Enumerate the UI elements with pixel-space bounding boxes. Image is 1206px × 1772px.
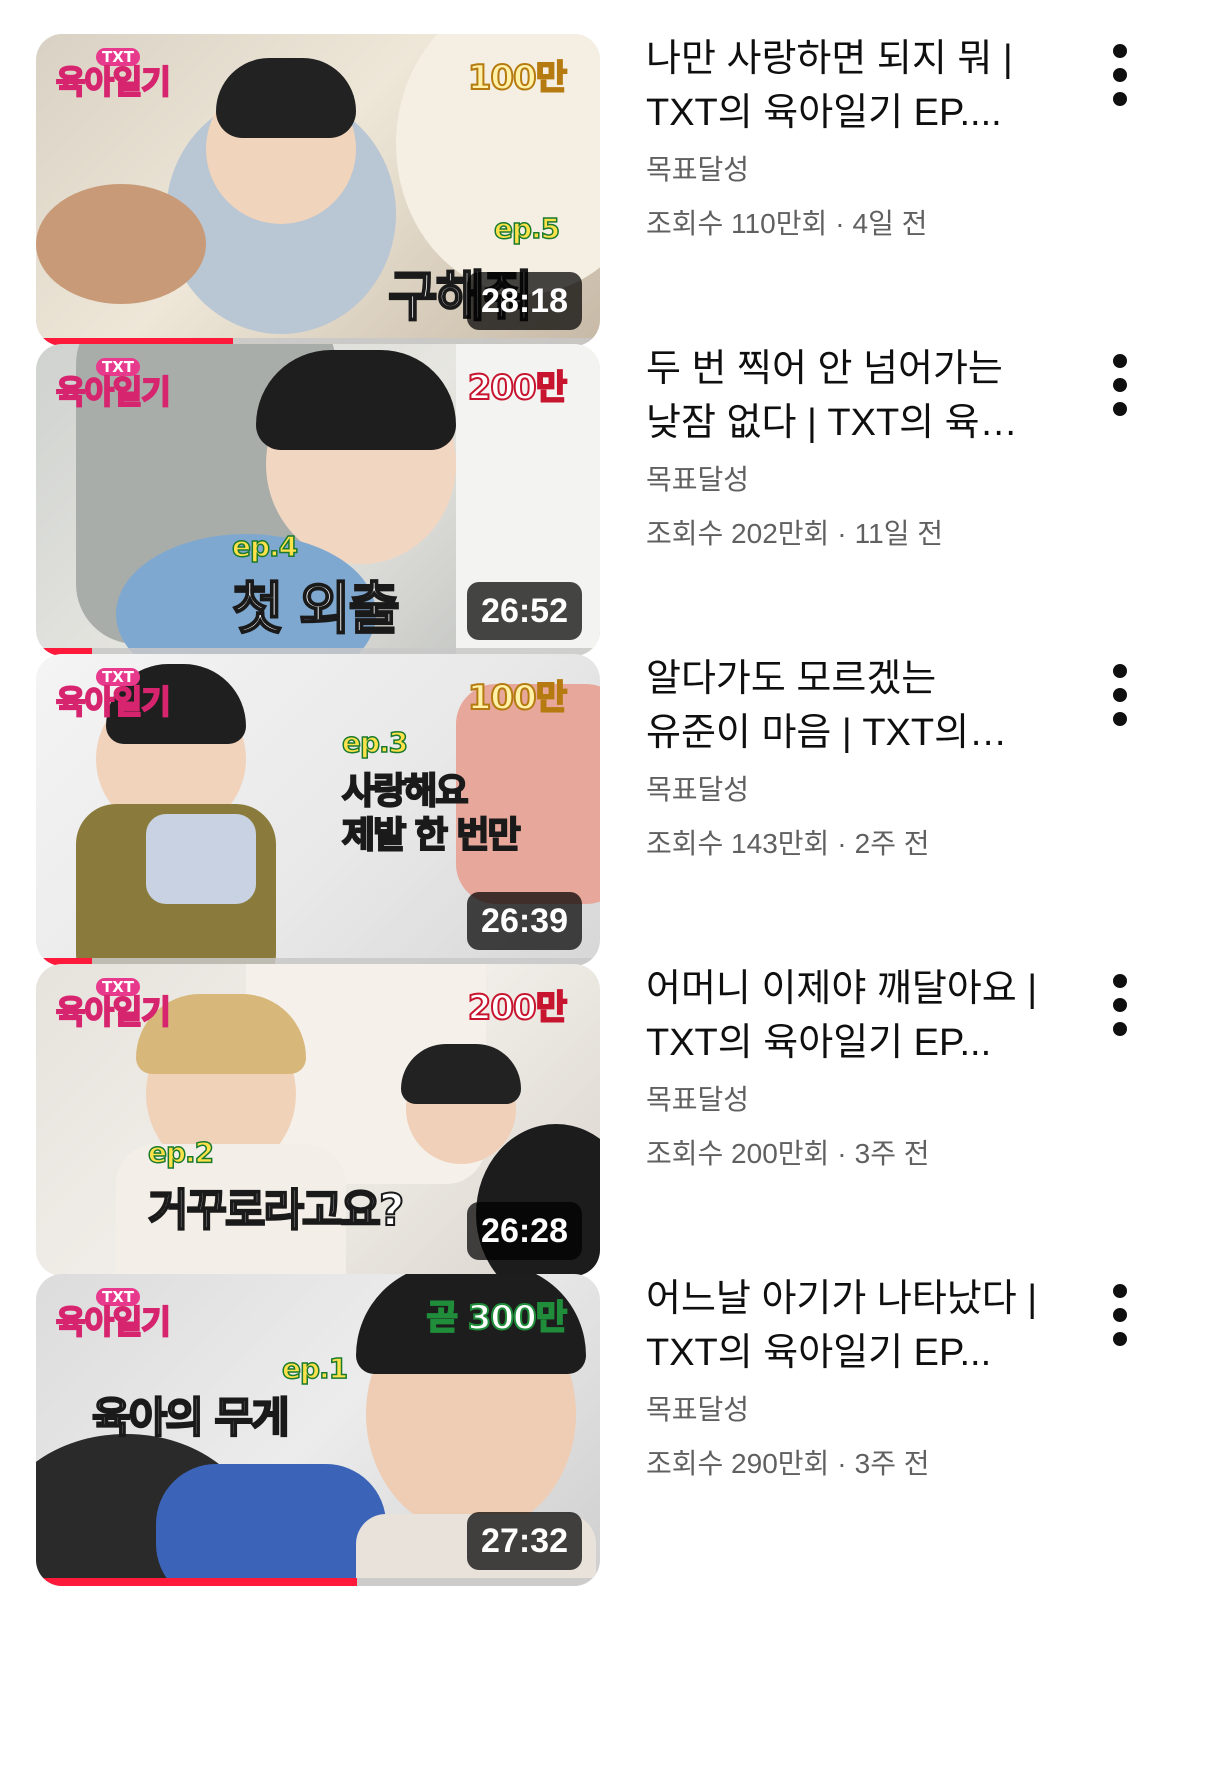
video-stats: 조회수 110만회 · 4일 전 <box>646 204 1046 244</box>
video-item[interactable]: TXT 육아일기 100만 ep.3 사랑해요 제발 한 번만 26:39 알다… <box>0 620 1206 966</box>
channel-name[interactable]: 목표달성 <box>646 1390 1046 1430</box>
more-options-button[interactable] <box>1100 44 1140 106</box>
view-count: 조회수 110만회 <box>646 208 828 239</box>
view-count: 조회수 290만회 <box>646 1448 830 1479</box>
upload-age: 11일 전 <box>854 518 943 549</box>
video-stats: 조회수 143만회 · 2주 전 <box>646 824 1046 864</box>
video-title[interactable]: 나만 사랑하면 되지 뭐 | TXT의 육아일기 EP.... <box>646 32 1046 140</box>
separator-dot: · <box>837 1138 847 1169</box>
video-meta: 나만 사랑하면 되지 뭐 | TXT의 육아일기 EP.... 목표달성 조회수… <box>646 32 1046 244</box>
views-badge: 200만 <box>467 987 568 1029</box>
upload-age: 3주 전 <box>854 1138 930 1169</box>
channel-logo: TXT 육아일기 <box>55 978 172 1032</box>
video-stats: 조회수 200만회 · 3주 전 <box>646 1134 1046 1174</box>
video-thumbnail[interactable]: TXT 육아일기 200만 ep.2 거꾸로라고요? 26:28 <box>36 964 600 1276</box>
watch-progress-fill <box>36 1578 358 1586</box>
thumbnail-caption-line-2: 제발 한 번만 <box>341 814 522 857</box>
episode-label: ep.4 <box>231 529 299 564</box>
episode-label: ep.3 <box>341 725 409 760</box>
video-thumbnail[interactable]: TXT 육아일기 100만 ep.5 구해줘 28:18 <box>36 34 600 346</box>
video-thumbnail[interactable]: TXT 육아일기 100만 ep.3 사랑해요 제발 한 번만 26:39 <box>36 654 600 966</box>
episode-label: ep.1 <box>281 1351 349 1386</box>
separator-dot: · <box>837 1448 847 1479</box>
separator-dot: · <box>837 828 847 859</box>
views-badge: 200만 <box>467 367 568 409</box>
video-meta: 알다가도 모르겠는 유준이 마음 | TXT의 육아… 목표달성 조회수 143… <box>646 652 1046 864</box>
video-meta: 어느날 아기가 나타났다 | TXT의 육아일기 EP... 목표달성 조회수 … <box>646 1272 1046 1484</box>
channel-name[interactable]: 목표달성 <box>646 460 1046 500</box>
video-title[interactable]: 알다가도 모르겠는 유준이 마음 | TXT의 육아… <box>646 652 1046 760</box>
channel-logo: TXT 육아일기 <box>55 668 172 722</box>
video-meta: 두 번 찍어 안 넘어가는 낮잠 없다 | TXT의 육… 목표달성 조회수 2… <box>646 342 1046 554</box>
video-item[interactable]: TXT 육아일기 200만 ep.4 첫 외출 26:52 두 번 찍어 안 넘… <box>0 310 1206 656</box>
video-list: TXT 육아일기 100만 ep.5 구해줘 28:18 나만 사랑하면 되지 … <box>0 0 1206 1772</box>
views-badge: 곧 300만 <box>426 1297 568 1339</box>
separator-dot: · <box>835 208 845 239</box>
video-item[interactable]: TXT 육아일기 곧 300만 ep.1 육아의 무게 27:32 어느날 아기… <box>0 1240 1206 1586</box>
video-duration: 27:32 <box>467 1512 582 1570</box>
view-count: 조회수 202만회 <box>646 518 830 549</box>
more-options-button[interactable] <box>1100 664 1140 726</box>
channel-logo: TXT 육아일기 <box>55 1288 172 1342</box>
episode-label: ep.2 <box>147 1135 215 1170</box>
views-badge: 100만 <box>467 677 568 719</box>
video-thumbnail[interactable]: TXT 육아일기 곧 300만 ep.1 육아의 무게 27:32 <box>36 1274 600 1586</box>
channel-name[interactable]: 목표달성 <box>646 770 1046 810</box>
video-title[interactable]: 두 번 찍어 안 넘어가는 낮잠 없다 | TXT의 육… <box>646 342 1046 450</box>
thumbnail-caption: 육아의 무게 <box>91 1392 291 1443</box>
view-count: 조회수 200만회 <box>646 1138 830 1169</box>
channel-logo: TXT 육아일기 <box>55 358 172 412</box>
more-options-button[interactable] <box>1100 1284 1140 1346</box>
upload-age: 3주 전 <box>854 1448 930 1479</box>
video-title[interactable]: 어머니 이제야 깨달아요 | TXT의 육아일기 EP... <box>646 962 1046 1070</box>
upload-age: 2주 전 <box>854 828 930 859</box>
channel-name[interactable]: 목표달성 <box>646 150 1046 190</box>
video-stats: 조회수 290만회 · 3주 전 <box>646 1444 1046 1484</box>
separator-dot: · <box>837 518 847 549</box>
more-options-button[interactable] <box>1100 354 1140 416</box>
video-meta: 어머니 이제야 깨달아요 | TXT의 육아일기 EP... 목표달성 조회수 … <box>646 962 1046 1174</box>
watch-progress-bar <box>36 1578 600 1586</box>
video-stats: 조회수 202만회 · 11일 전 <box>646 514 1046 554</box>
upload-age: 4일 전 <box>852 208 928 239</box>
views-badge: 100만 <box>467 57 568 99</box>
video-title[interactable]: 어느날 아기가 나타났다 | TXT의 육아일기 EP... <box>646 1272 1046 1380</box>
thumbnail-caption: 거꾸로라고요? <box>147 1184 405 1237</box>
video-thumbnail[interactable]: TXT 육아일기 200만 ep.4 첫 외출 26:52 <box>36 344 600 656</box>
view-count: 조회수 143만회 <box>646 828 830 859</box>
video-item[interactable]: TXT 육아일기 200만 ep.2 거꾸로라고요? 26:28 어머니 이제야… <box>0 930 1206 1276</box>
episode-label: ep.5 <box>493 211 561 246</box>
channel-name[interactable]: 목표달성 <box>646 1080 1046 1120</box>
channel-logo: TXT 육아일기 <box>55 48 172 102</box>
video-item[interactable]: TXT 육아일기 100만 ep.5 구해줘 28:18 나만 사랑하면 되지 … <box>0 0 1206 346</box>
more-options-button[interactable] <box>1100 974 1140 1036</box>
